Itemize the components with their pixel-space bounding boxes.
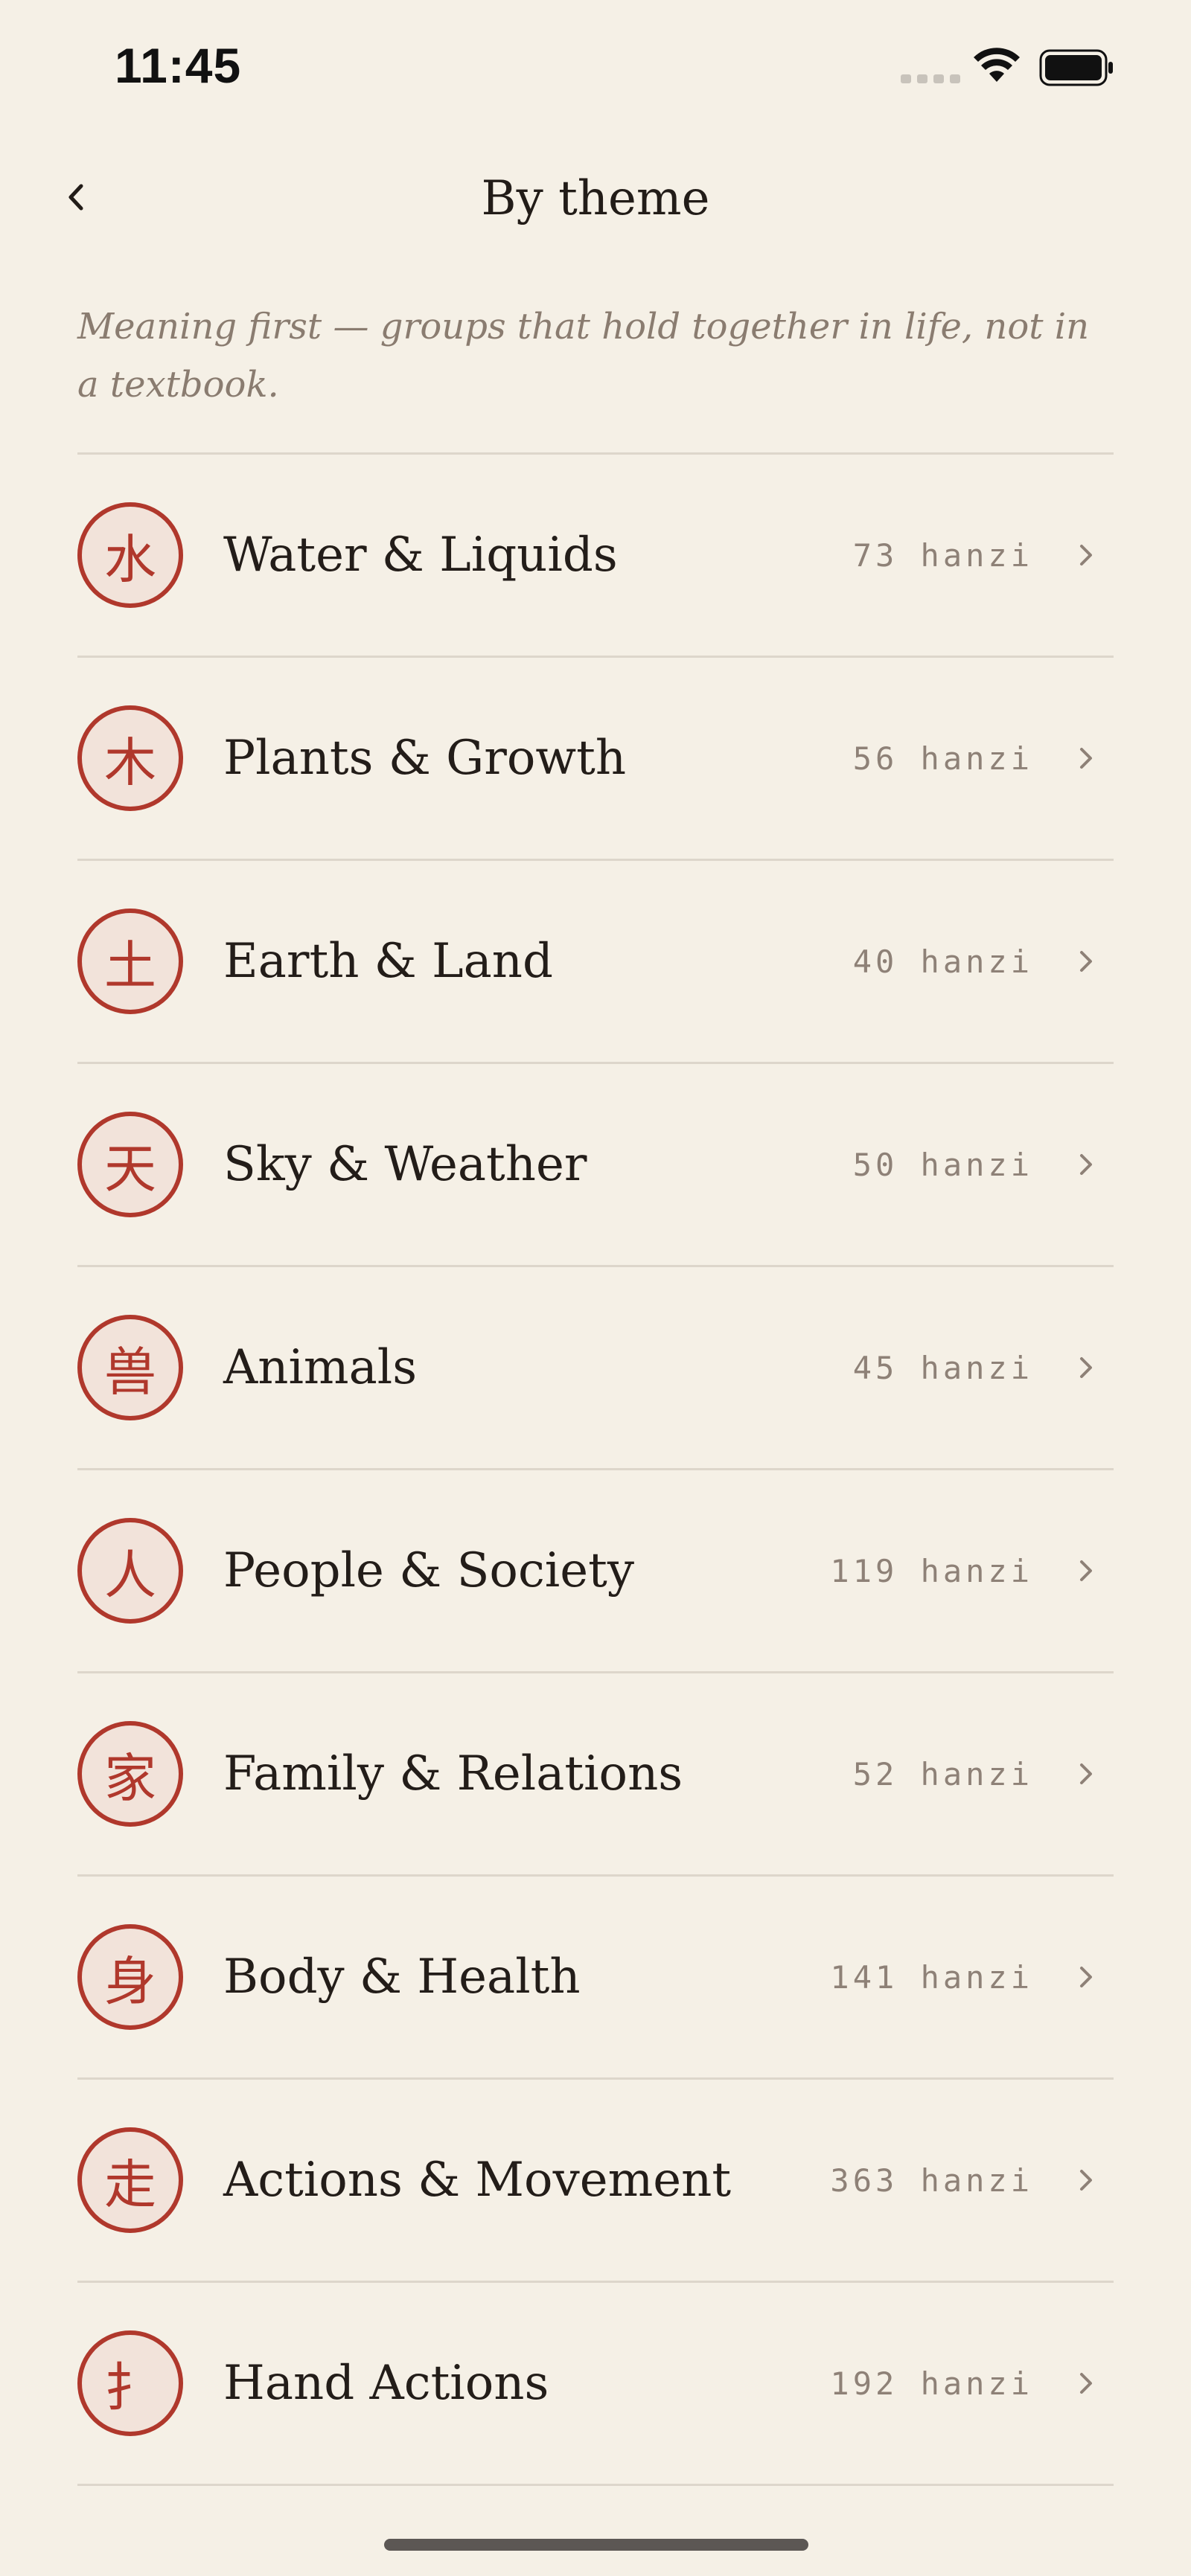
- theme-row[interactable]: 身 Body & Health 141 hanzi: [77, 1877, 1114, 2080]
- chevron-right-icon: [1080, 951, 1092, 972]
- chevron-right-icon: [1080, 1560, 1092, 1581]
- theme-row[interactable]: 人 People & Society 119 hanzi: [77, 1470, 1114, 1673]
- theme-row[interactable]: 走 Actions & Movement 363 hanzi: [77, 2080, 1114, 2283]
- chevron-right-icon: [1080, 1967, 1092, 1987]
- theme-name: Family & Relations: [223, 1746, 683, 1801]
- page-title: By theme: [481, 171, 710, 226]
- cellular-signal-icon: [901, 74, 960, 83]
- chevron-right-icon: [1080, 2170, 1092, 2191]
- theme-count: 45 hanzi: [852, 1349, 1033, 1386]
- theme-count: 50 hanzi: [852, 1146, 1033, 1183]
- status-time: 11:45: [115, 38, 242, 93]
- theme-row[interactable]: 水 Water & Liquids 73 hanzi: [77, 455, 1114, 658]
- theme-glyph-badge: 人: [77, 1518, 183, 1624]
- theme-name: Sky & Weather: [223, 1137, 587, 1192]
- battery-icon: [1039, 49, 1113, 86]
- theme-row[interactable]: 土 Earth & Land 40 hanzi: [77, 861, 1114, 1064]
- theme-count: 141 hanzi: [830, 1958, 1033, 1996]
- theme-name: Plants & Growth: [223, 731, 627, 786]
- theme-glyph-badge: 土: [77, 909, 183, 1014]
- theme-count: 192 hanzi: [830, 2365, 1033, 2402]
- theme-row[interactable]: 天 Sky & Weather 50 hanzi: [77, 1064, 1114, 1267]
- chevron-right-icon: [1080, 1357, 1092, 1378]
- theme-glyph-badge: 兽: [77, 1315, 183, 1420]
- chevron-right-icon: [1080, 748, 1092, 769]
- theme-count: 119 hanzi: [830, 1552, 1033, 1589]
- theme-glyph-badge: 扌: [77, 2330, 183, 2436]
- wifi-icon: [974, 48, 1020, 82]
- theme-row[interactable]: 家 Family & Relations 52 hanzi: [77, 1673, 1114, 1877]
- theme-glyph-badge: 身: [77, 1924, 183, 2030]
- theme-count: 52 hanzi: [852, 1755, 1033, 1792]
- theme-list: 水 Water & Liquids 73 hanzi 木 Plants & Gr…: [77, 452, 1114, 2486]
- theme-count: 56 hanzi: [852, 740, 1033, 777]
- theme-name: Actions & Movement: [223, 2153, 732, 2208]
- theme-name: People & Society: [223, 1543, 634, 1598]
- theme-count: 363 hanzi: [830, 2162, 1033, 2199]
- page-subtitle: Meaning first — groups that hold togethe…: [77, 306, 1090, 406]
- home-indicator[interactable]: [384, 2539, 808, 2551]
- theme-row[interactable]: 木 Plants & Growth 56 hanzi: [77, 658, 1114, 861]
- chevron-right-icon: [1080, 2373, 1092, 2394]
- theme-row[interactable]: 兽 Animals 45 hanzi: [77, 1267, 1114, 1470]
- theme-glyph-badge: 天: [77, 1112, 183, 1217]
- theme-glyph-badge: 木: [77, 705, 183, 811]
- theme-name: Hand Actions: [223, 2356, 549, 2411]
- chevron-right-icon: [1080, 1763, 1092, 1784]
- theme-name: Animals: [223, 1340, 418, 1395]
- navigation-header: By theme: [0, 149, 1191, 260]
- theme-glyph-badge: 走: [77, 2127, 183, 2233]
- theme-name: Water & Liquids: [223, 528, 618, 583]
- status-bar: 11:45: [0, 0, 1191, 134]
- theme-count: 40 hanzi: [852, 943, 1033, 980]
- theme-glyph-badge: 家: [77, 1721, 183, 1827]
- theme-row[interactable]: 扌 Hand Actions 192 hanzi: [77, 2283, 1114, 2486]
- chevron-right-icon: [1080, 545, 1092, 565]
- chevron-right-icon: [1080, 1154, 1092, 1175]
- theme-name: Body & Health: [223, 1949, 581, 2005]
- theme-count: 73 hanzi: [852, 536, 1033, 574]
- theme-name: Earth & Land: [223, 934, 553, 989]
- theme-glyph-badge: 水: [77, 502, 183, 608]
